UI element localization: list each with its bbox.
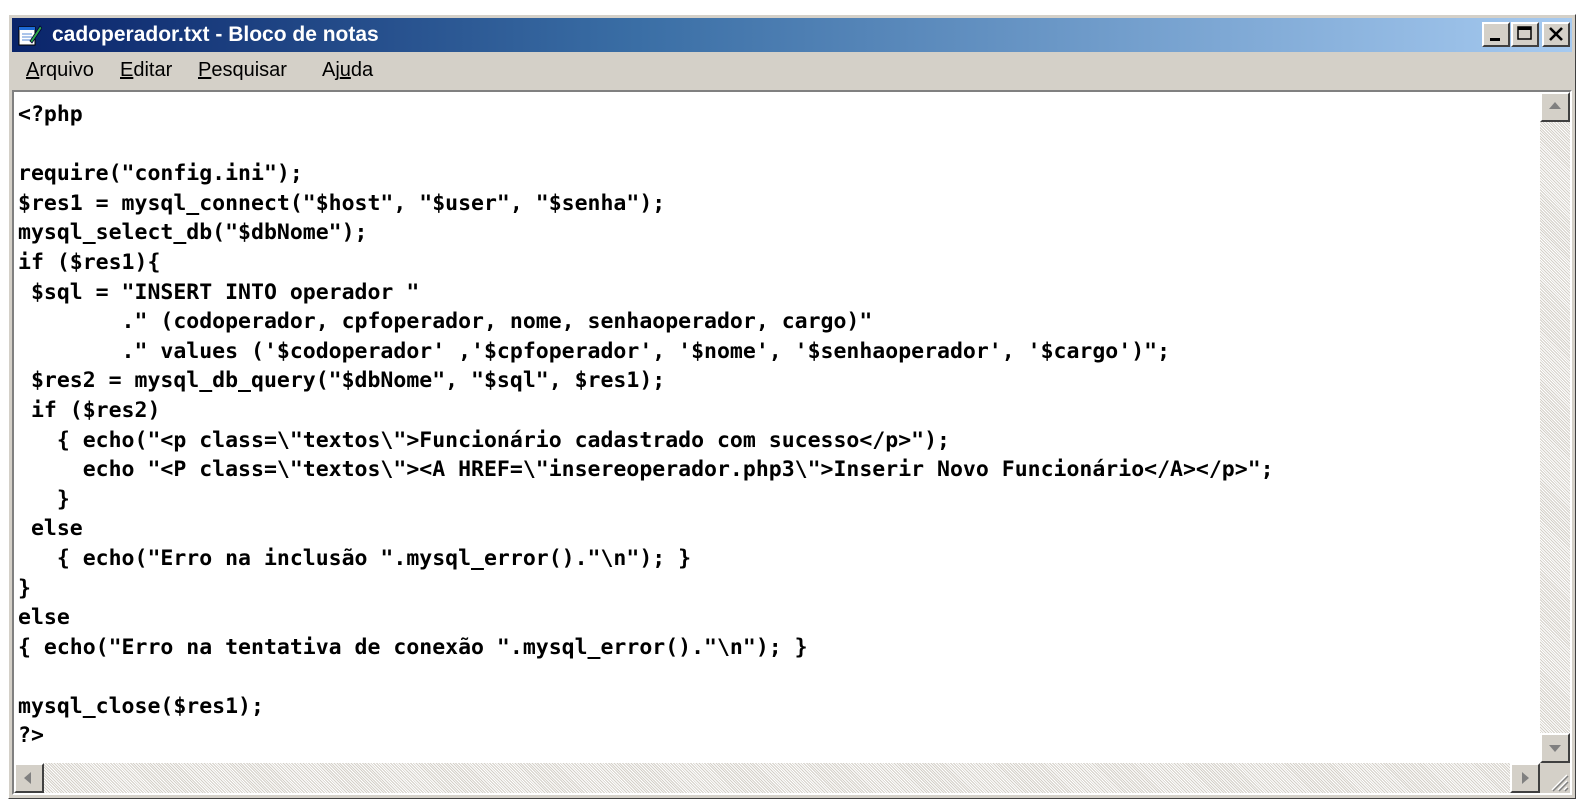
- title-bar[interactable]: cadoperador.txt - Bloco de notas: [12, 18, 1572, 52]
- arrow-down-icon: [1549, 745, 1561, 752]
- close-icon: [1549, 27, 1563, 41]
- maximize-icon: [1517, 26, 1532, 40]
- code-line[interactable]: $res2 = mysql_db_query("$dbNome", "$sql"…: [18, 366, 1274, 396]
- menu-arquivo[interactable]: Arquivo: [26, 59, 94, 82]
- code-line[interactable]: <?php: [18, 100, 1274, 130]
- code-line[interactable]: [18, 662, 1274, 692]
- code-line[interactable]: }: [18, 485, 1274, 515]
- code-line[interactable]: mysql_close($res1);: [18, 692, 1274, 722]
- code-line[interactable]: $sql = "INSERT INTO operador ": [18, 278, 1274, 308]
- minimize-button[interactable]: [1482, 22, 1510, 47]
- code-line[interactable]: { echo("<p class=\"textos\">Funcionário …: [18, 426, 1274, 456]
- menu-ajuda-mnemonic: u: [339, 59, 351, 81]
- code-line[interactable]: require("config.ini");: [18, 159, 1274, 189]
- menu-arquivo-label: rquivo: [39, 59, 94, 81]
- menu-editar-mnemonic: E: [120, 59, 134, 81]
- close-button[interactable]: [1542, 22, 1570, 47]
- arrow-up-icon: [1549, 102, 1561, 109]
- code-line[interactable]: ." (codoperador, cpfoperador, nome, senh…: [18, 307, 1274, 337]
- resize-grip-icon: [1551, 774, 1569, 792]
- editor-text[interactable]: <?php require("config.ini"); $res1 = mysq…: [18, 100, 1274, 751]
- code-line[interactable]: mysql_select_db("$dbNome");: [18, 218, 1274, 248]
- menu-ajuda[interactable]: Ajuda: [322, 59, 373, 82]
- menu-pesquisar[interactable]: Pesquisar: [198, 59, 287, 82]
- scroll-left-button[interactable]: [14, 763, 44, 793]
- maximize-button[interactable]: [1511, 22, 1539, 47]
- scroll-up-button[interactable]: [1540, 92, 1570, 122]
- code-line[interactable]: $res1 = mysql_connect("$host", "$user", …: [18, 189, 1274, 219]
- minimize-icon: [1490, 38, 1500, 41]
- code-line[interactable]: ?>: [18, 721, 1274, 751]
- code-line[interactable]: if ($res2): [18, 396, 1274, 426]
- horizontal-scrollbar[interactable]: [14, 763, 1540, 793]
- menu-bar: Arquivo Editar Pesquisar Ajuda: [12, 55, 1572, 87]
- code-line[interactable]: }: [18, 574, 1274, 604]
- vertical-scrollbar[interactable]: [1540, 92, 1570, 763]
- code-line[interactable]: [18, 130, 1274, 160]
- code-line[interactable]: if ($res1){: [18, 248, 1274, 278]
- menu-pesquisar-mnemonic: P: [198, 59, 212, 81]
- code-line[interactable]: { echo("Erro na tentativa de conexão ".m…: [18, 633, 1274, 663]
- notepad-icon[interactable]: [16, 23, 43, 47]
- menu-pesquisar-label: esquisar: [211, 59, 287, 81]
- code-line[interactable]: else: [18, 603, 1274, 633]
- code-line[interactable]: { echo("Erro na inclusão ".mysql_error()…: [18, 544, 1274, 574]
- arrow-left-icon: [24, 772, 31, 784]
- menu-editar[interactable]: Editar: [120, 59, 172, 82]
- menu-ajuda-label-start: Aj: [322, 59, 340, 81]
- window-title: cadoperador.txt - Bloco de notas: [52, 23, 379, 46]
- menu-arquivo-mnemonic: A: [26, 59, 40, 81]
- arrow-right-icon: [1522, 772, 1529, 784]
- scroll-down-button[interactable]: [1540, 733, 1570, 763]
- code-line[interactable]: else: [18, 514, 1274, 544]
- code-line[interactable]: ." values ('$codoperador' ,'$cpfoperador…: [18, 337, 1274, 367]
- menu-ajuda-label-end: da: [350, 59, 374, 81]
- code-line[interactable]: echo "<P class=\"textos\"><A HREF=\"inse…: [18, 455, 1274, 485]
- text-editor[interactable]: <?php require("config.ini"); $res1 = mysq…: [12, 90, 1572, 795]
- scroll-right-button[interactable]: [1510, 763, 1540, 793]
- menu-editar-label: ditar: [133, 59, 173, 81]
- size-grip[interactable]: [1540, 763, 1570, 793]
- notepad-window: cadoperador.txt - Bloco de notas Arquivo…: [8, 14, 1576, 799]
